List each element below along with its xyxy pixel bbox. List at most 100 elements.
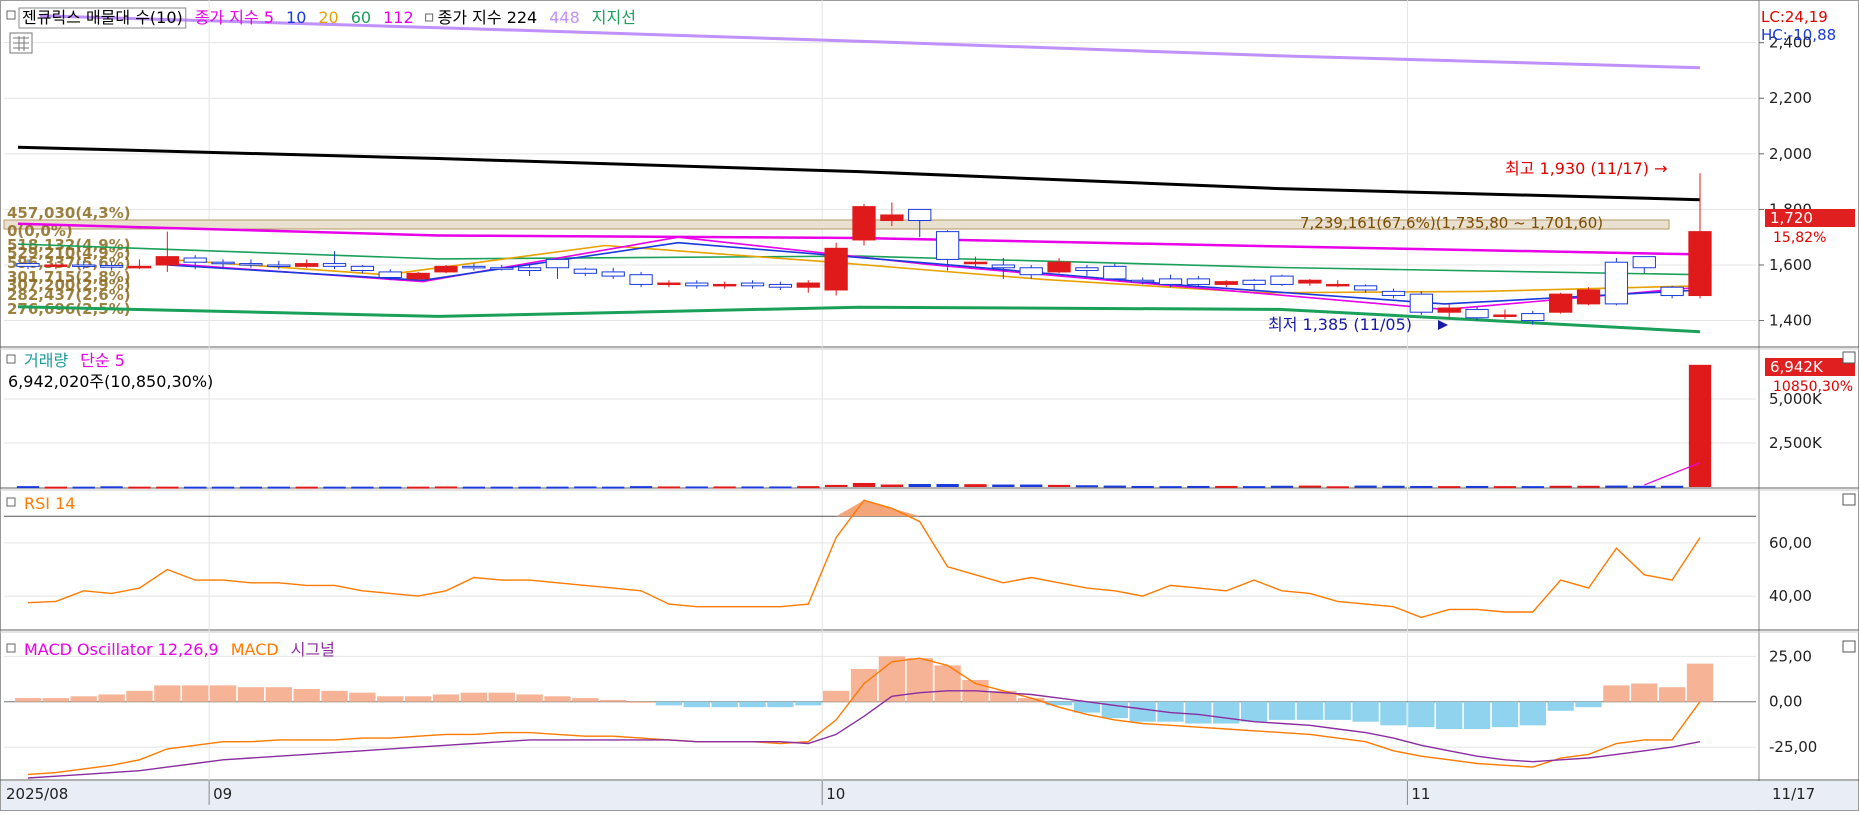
candle	[1604, 258, 1629, 306]
panel-collapse-icon[interactable]	[6, 10, 16, 20]
macd-oscillator-bar	[1436, 701, 1463, 729]
macd-oscillator-bar	[182, 685, 209, 702]
volume-bar	[1270, 485, 1294, 488]
legend-marker-icon	[425, 13, 434, 22]
volume-bar	[713, 486, 736, 489]
stock-chart-window: 7,239,161(67,6%)(1,735,80 ~ 1,701,60) 45…	[0, 0, 1859, 811]
macd-oscillator-bar	[321, 690, 348, 702]
candle-body	[1242, 279, 1266, 285]
volume-bar	[184, 486, 207, 489]
candle	[1270, 274, 1294, 286]
legend-item[interactable]: 112	[383, 8, 414, 27]
candle-body	[1688, 231, 1712, 297]
rsi-collapse-icon[interactable]	[6, 497, 16, 507]
legend-item[interactable]: MACD	[231, 640, 279, 659]
legend-item[interactable]: 거래량	[24, 351, 68, 370]
volume-bar	[351, 486, 374, 489]
macd-oscillator-bar	[1408, 701, 1435, 728]
rsi-legend: RSI 14	[24, 494, 75, 513]
legend-item[interactable]: 20	[318, 8, 338, 27]
legend-item[interactable]: 종가 지수 5	[195, 8, 274, 27]
candle-body	[239, 263, 263, 266]
legend-item[interactable]: 젠큐릭스 매물대 수(10)	[22, 8, 183, 27]
volume-close-icon[interactable]	[1842, 351, 1856, 364]
macd-oscillator-bar	[1185, 701, 1212, 724]
macd-oscillator-bar	[488, 692, 515, 702]
candle-body	[573, 268, 597, 274]
volume-badge-value: 6,942K	[1770, 358, 1824, 376]
macd-oscillator-bar	[739, 701, 766, 708]
macd-oscillator-bar	[1129, 701, 1156, 722]
volume-bar	[1326, 486, 1349, 489]
candle-body	[1381, 290, 1406, 297]
macd-oscillator-bar	[98, 694, 125, 702]
volume-bar	[16, 486, 40, 489]
candle-body	[155, 256, 179, 266]
macd-oscillator-bar	[544, 696, 571, 702]
macd-oscillator-bar	[349, 692, 376, 702]
candle-body	[740, 282, 765, 287]
candle-body	[1270, 275, 1294, 285]
candle-body	[824, 247, 848, 291]
candle-body	[963, 261, 988, 265]
candle	[1576, 287, 1601, 306]
candle-body	[1632, 256, 1656, 269]
macd-oscillator-bar	[1352, 701, 1379, 722]
lc-label: LC:24,19	[1761, 8, 1828, 26]
macd-close-icon[interactable]	[1842, 640, 1856, 653]
macd-oscillator-bar	[1213, 701, 1240, 724]
macd-oscillator-bar	[1658, 687, 1686, 702]
legend-item[interactable]: 10	[286, 8, 306, 27]
volume-bar	[1159, 486, 1182, 489]
macd-oscillator-bar	[711, 701, 738, 708]
candle-body	[1019, 267, 1043, 276]
volume-collapse-icon[interactable]	[6, 354, 16, 364]
macd-oscillator-bar	[14, 698, 42, 702]
candle-body	[1214, 281, 1238, 285]
volume-bar	[852, 482, 876, 487]
candle-body	[490, 267, 514, 270]
volume-bar	[462, 486, 486, 489]
rsi-close-icon[interactable]	[1842, 493, 1856, 506]
candle-body	[1186, 278, 1211, 285]
volume-bar	[1465, 485, 1489, 488]
volume-bar	[72, 486, 95, 489]
legend-item[interactable]: 종가 지수 224	[438, 8, 538, 27]
volume-bar	[211, 486, 235, 489]
legend-item[interactable]: RSI 14	[24, 494, 75, 513]
legend-item[interactable]: 448	[549, 8, 580, 27]
legend-item[interactable]: 60	[351, 8, 371, 27]
macd-oscillator-bar	[293, 689, 320, 702]
legend-item[interactable]: 단순 5	[80, 351, 125, 370]
macd-oscillator-bar	[1603, 685, 1630, 702]
candle-body	[1493, 314, 1517, 317]
macd-oscillator-bar	[600, 699, 627, 702]
volume-bar	[1103, 485, 1126, 488]
legend-item[interactable]: MACD Oscillator 12,26,9	[24, 640, 219, 659]
macd-oscillator-bar	[1491, 701, 1519, 728]
volume-bar	[379, 486, 402, 489]
candle-body	[1047, 261, 1071, 273]
candle-body	[685, 282, 709, 287]
rsi-tick-label: 40,00	[1769, 587, 1812, 605]
macd-oscillator-bar	[154, 685, 181, 702]
candle-body	[44, 264, 68, 267]
macd-oscillator-bar	[209, 685, 237, 702]
volume-bar	[908, 484, 931, 487]
macd-oscillator-bar	[237, 687, 265, 702]
legend-item[interactable]: 지지선	[592, 8, 636, 27]
candle-body	[1353, 285, 1378, 291]
macd-collapse-icon[interactable]	[6, 643, 16, 653]
volume-profile-label: 457,030(4,3%)	[7, 204, 131, 222]
candle-body	[322, 263, 347, 267]
candle-body	[434, 265, 458, 273]
candle-body	[462, 265, 486, 269]
volume-bar	[769, 486, 792, 489]
volume-bar	[741, 486, 764, 489]
candle-body	[657, 282, 681, 286]
volume-bar	[44, 486, 68, 489]
volume-bar	[128, 486, 151, 489]
candle	[629, 271, 653, 288]
legend-item[interactable]: 시그널	[291, 640, 335, 659]
candle-body	[852, 206, 876, 241]
